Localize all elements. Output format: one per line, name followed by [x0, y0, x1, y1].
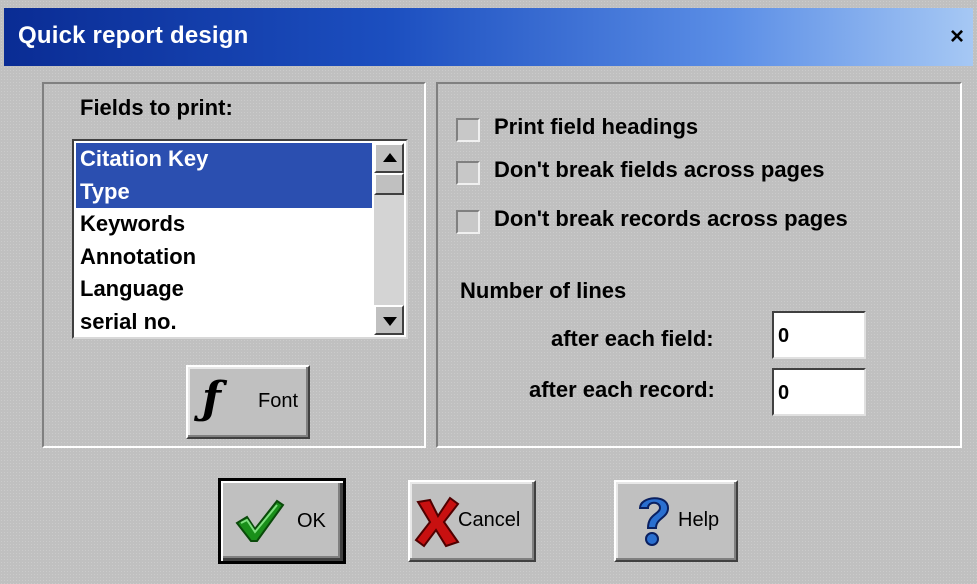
after-each-record-label: after each record:: [529, 377, 715, 402]
list-item[interactable]: Annotation: [76, 241, 372, 274]
font-f-icon: ƒ: [202, 373, 221, 424]
arrow-down-icon: [383, 317, 397, 326]
after-each-field-input[interactable]: [772, 311, 866, 359]
checkmark-icon: [235, 499, 285, 542]
dont-break-records-label[interactable]: Don't break records across pages: [494, 206, 848, 232]
title-bar[interactable]: Quick report design ×: [4, 8, 973, 66]
ok-button-label: OK: [297, 510, 326, 532]
print-field-headings-checkbox[interactable]: [456, 118, 480, 142]
scroll-down-button[interactable]: [374, 305, 404, 335]
fields-to-print-label: Fields to print:: [80, 95, 233, 120]
number-of-lines-heading: Number of lines: [460, 278, 627, 303]
question-mark-icon: [638, 497, 670, 546]
list-item[interactable]: Language: [76, 273, 372, 306]
font-button[interactable]: ƒ Font: [186, 365, 310, 439]
x-mark-icon: [414, 496, 460, 548]
dont-break-records-checkbox[interactable]: [456, 210, 480, 234]
ok-button[interactable]: OK: [218, 478, 346, 564]
cancel-button[interactable]: Cancel: [408, 480, 536, 562]
vertical-scrollbar[interactable]: [374, 143, 404, 335]
dont-break-fields-label[interactable]: Don't break fields across pages: [494, 157, 824, 183]
scroll-thumb[interactable]: [374, 173, 404, 195]
window-title: Quick report design: [18, 22, 249, 49]
close-icon[interactable]: ×: [943, 22, 971, 52]
list-item[interactable]: Type: [76, 175, 372, 208]
cancel-button-label: Cancel: [458, 509, 521, 531]
dont-break-fields-checkbox[interactable]: [456, 161, 480, 185]
fields-listbox[interactable]: Citation Key Type Keywords Annotation La…: [72, 139, 408, 339]
fields-list: Citation Key Type Keywords Annotation La…: [76, 143, 372, 335]
quick-report-dialog: Quick report design × Fields to print: C…: [0, 0, 977, 584]
help-button[interactable]: Help: [614, 480, 738, 562]
list-item[interactable]: serial no.: [76, 306, 372, 339]
arrow-up-icon: [383, 153, 397, 162]
font-button-label: Font: [258, 390, 299, 412]
print-field-headings-label[interactable]: Print field headings: [494, 114, 698, 140]
scroll-up-button[interactable]: [374, 143, 404, 173]
after-each-record-input[interactable]: [772, 368, 866, 416]
list-item[interactable]: Keywords: [76, 208, 372, 241]
after-each-field-label: after each field:: [551, 326, 714, 351]
help-button-label: Help: [678, 509, 720, 531]
list-item[interactable]: Citation Key: [76, 143, 372, 176]
